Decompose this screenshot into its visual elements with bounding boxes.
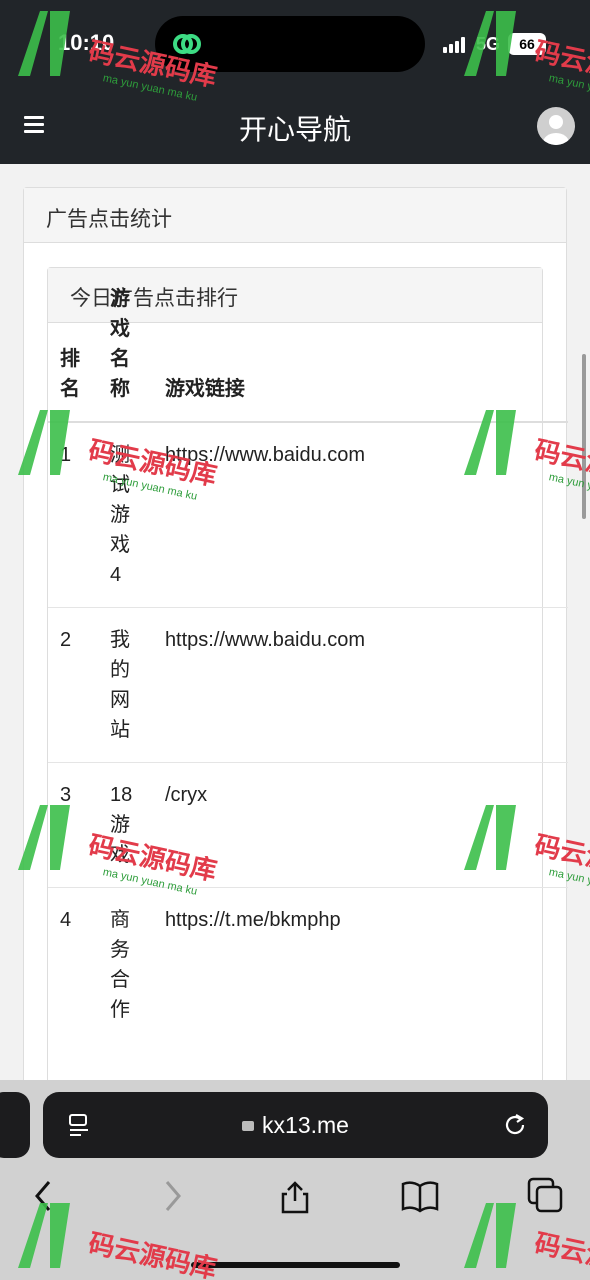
signal-icon bbox=[443, 37, 465, 53]
rank-cell: 4 bbox=[48, 887, 98, 1042]
game-name-cell: 18游戏 bbox=[98, 762, 153, 888]
top-navbar: 10:10 5G 66 开心导航 bbox=[0, 0, 590, 164]
user-icon bbox=[543, 115, 569, 145]
battery-icon: 66 bbox=[508, 33, 546, 55]
home-indicator bbox=[191, 1262, 400, 1268]
header-rank: 排名 bbox=[48, 267, 98, 423]
link-activity-icon bbox=[173, 34, 201, 54]
reload-icon[interactable] bbox=[501, 1111, 529, 1139]
table-header-row: 排名 游戏名称 游戏链接 bbox=[48, 267, 568, 423]
main-content: 广告点击统计 今日广告点击排行 排名 游戏名称 游戏链接 1 测试游戏4 htt… bbox=[0, 164, 590, 1080]
back-icon[interactable] bbox=[24, 1176, 64, 1216]
game-link-cell: /cryx bbox=[152, 762, 568, 888]
table-row: 4 商务合作 https://t.me/bkmphp bbox=[48, 887, 568, 1042]
game-link-cell: https://t.me/bkmphp bbox=[152, 887, 568, 1042]
ranking-table: 排名 游戏名称 游戏链接 1 测试游戏4 https://www.baidu.c… bbox=[48, 267, 568, 1042]
ad-stats-card: 广告点击统计 今日广告点击排行 排名 游戏名称 游戏链接 1 测试游戏4 htt… bbox=[23, 187, 568, 1080]
forward-icon[interactable] bbox=[152, 1176, 192, 1216]
rank-cell: 3 bbox=[48, 762, 98, 888]
avatar[interactable] bbox=[537, 107, 575, 145]
rank-cell: 2 bbox=[48, 607, 98, 763]
address-bar[interactable]: kx13.me bbox=[43, 1092, 548, 1158]
header-game-link: 游戏链接 bbox=[152, 267, 568, 423]
vertical-scrollbar[interactable] bbox=[582, 354, 586, 519]
table-row: 1 测试游戏4 https://www.baidu.com bbox=[48, 421, 568, 608]
share-icon[interactable] bbox=[275, 1176, 315, 1216]
header-game-name: 游戏名称 bbox=[98, 267, 153, 423]
game-link-cell: https://www.baidu.com bbox=[152, 607, 568, 763]
game-name-cell: 商务合作 bbox=[98, 887, 153, 1042]
game-name-cell: 我的网站 bbox=[98, 607, 153, 763]
game-name-cell: 测试游戏4 bbox=[98, 421, 153, 608]
network-type: 5G bbox=[476, 34, 501, 54]
ad-stats-title: 广告点击统计 bbox=[24, 188, 566, 243]
browser-bottom-bar: kx13.me bbox=[0, 1080, 590, 1280]
rank-cell: 1 bbox=[48, 421, 98, 608]
bookmarks-icon[interactable] bbox=[400, 1176, 440, 1216]
status-time: 10:10 bbox=[58, 30, 115, 55]
table-row: 3 18游戏 /cryx bbox=[48, 762, 568, 888]
lock-icon bbox=[242, 1121, 255, 1131]
table-row: 2 我的网站 https://www.baidu.com bbox=[48, 607, 568, 763]
previous-tab-edge[interactable] bbox=[0, 1092, 30, 1158]
url-text[interactable]: kx13.me bbox=[43, 1112, 548, 1139]
game-link-cell: https://www.baidu.com bbox=[152, 421, 568, 608]
tabs-icon[interactable] bbox=[526, 1176, 566, 1216]
dynamic-island bbox=[155, 16, 425, 72]
page-title: 开心导航 bbox=[238, 114, 351, 145]
